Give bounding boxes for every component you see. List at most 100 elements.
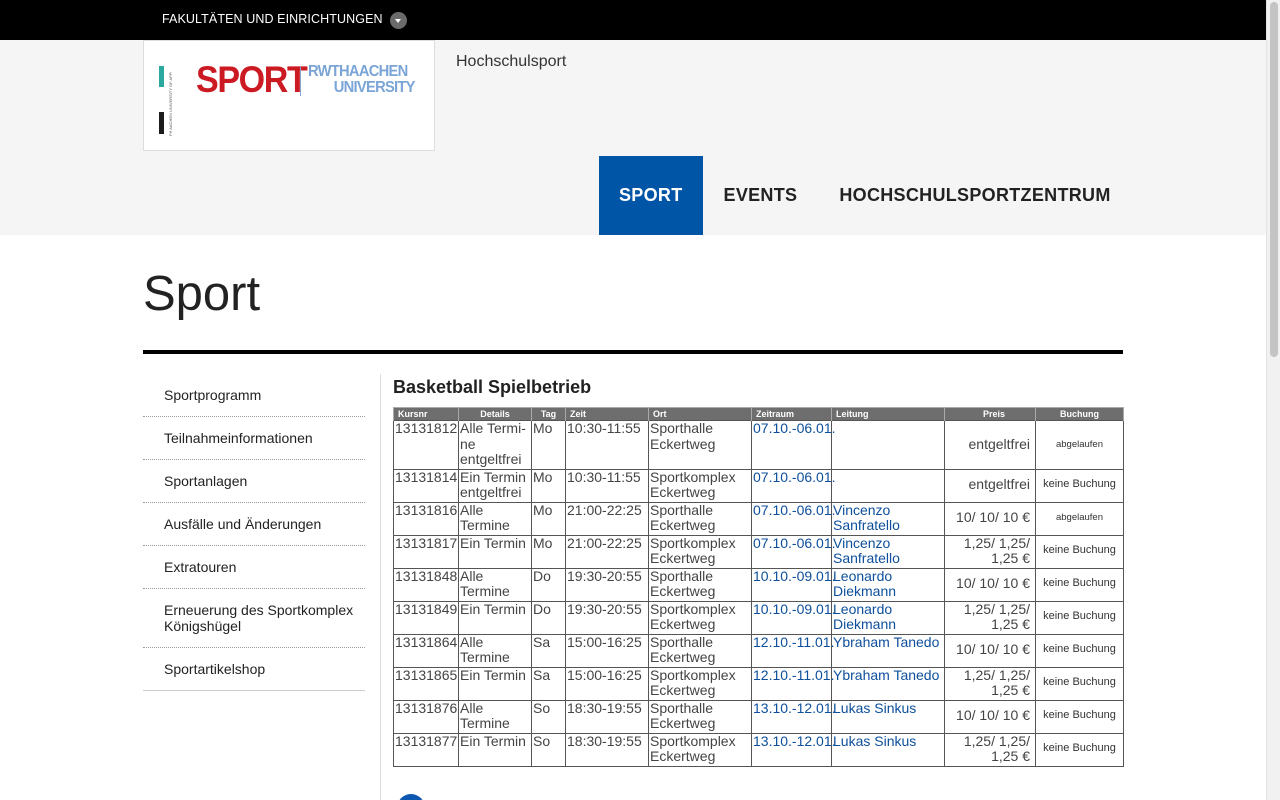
booking-cell[interactable]: abgelaufen xyxy=(1035,420,1124,470)
location-cell: Sportkomplex Eckertweg xyxy=(648,732,752,767)
time-cell: 19:30-20:55 xyxy=(565,567,649,602)
logo-fh-text: FH AACHEN UNIVERSITY OF APPLIED SCIENCES xyxy=(168,72,173,136)
day-cell: So xyxy=(531,732,566,767)
instructor-cell[interactable]: Leonardo Diekmann xyxy=(831,600,945,635)
sidebar-item-sportprogramm[interactable]: Sportprogramm xyxy=(143,374,365,417)
details-cell[interactable]: Alle Termine xyxy=(458,501,532,536)
price-cell: 1,25/ 1,25/ 1,25 € xyxy=(944,534,1036,569)
instructor-cell[interactable] xyxy=(831,468,945,503)
period-cell[interactable]: 10.10.-09.01. xyxy=(751,600,836,635)
site-logo[interactable]: FH AACHEN UNIVERSITY OF APPLIED SCIENCES… xyxy=(143,40,435,151)
location-cell: Sporthalle Eckertweg xyxy=(648,699,752,734)
logo-rwth-line1: RWTHAACHEN xyxy=(308,63,408,80)
details-cell[interactable]: Alle Termine xyxy=(458,567,532,602)
column-header: Zeitraum xyxy=(751,407,832,421)
period-cell[interactable]: 13.10.-12.01. xyxy=(751,732,836,767)
sidebar-nav: Sportprogramm Teilnahmeinformationen Spo… xyxy=(143,374,365,691)
sidebar-item-sportanlagen[interactable]: Sportanlagen xyxy=(143,460,365,503)
faculties-menu-label[interactable]: FAKULTÄTEN UND EINRICHTUNGEN xyxy=(162,12,383,26)
location-cell: Sportkomplex Eckertweg xyxy=(648,534,752,569)
details-cell[interactable]: Ein Termin xyxy=(458,732,532,767)
top-bar: FAKULTÄTEN UND EINRICHTUNGEN xyxy=(0,0,1266,40)
time-cell: 19:30-20:55 xyxy=(565,600,649,635)
details-cell[interactable]: Ein Termin xyxy=(458,666,532,701)
booking-cell[interactable]: abgelaufen xyxy=(1035,501,1124,536)
sidebar-item-ausfaelle[interactable]: Ausfälle und Änderungen xyxy=(143,503,365,546)
details-cell[interactable]: Ein Termin xyxy=(458,600,532,635)
scrollbar-thumb[interactable] xyxy=(1270,2,1278,357)
location-cell: Sportkomplex Eckertweg xyxy=(648,468,752,503)
time-cell: 18:30-19:55 xyxy=(565,699,649,734)
time-cell: 15:00-16:25 xyxy=(565,633,649,668)
instructor-cell[interactable]: Vincenzo Sanfratello xyxy=(831,501,945,536)
column-header: Kursnr xyxy=(393,407,459,421)
instructor-cell[interactable]: Vincenzo Sanfratello xyxy=(831,534,945,569)
course-number-cell: 13131816 xyxy=(393,501,459,536)
instructor-cell[interactable]: Lukas Sinkus xyxy=(831,699,945,734)
column-header: Preis xyxy=(944,407,1036,421)
instructor-cell[interactable]: Lukas Sinkus xyxy=(831,732,945,767)
details-cell[interactable]: Ein Termin entgeltfrei xyxy=(458,468,532,503)
time-cell: 10:30-11:55 xyxy=(565,420,649,470)
booking-cell[interactable]: keine Buchung xyxy=(1035,534,1124,569)
site-name[interactable]: Hochschulsport xyxy=(456,53,566,71)
period-cell[interactable]: 10.10.-09.01. xyxy=(751,567,836,602)
booking-cell[interactable]: keine Buchung xyxy=(1035,699,1124,734)
instructor-cell[interactable]: Leonardo Diekmann xyxy=(831,567,945,602)
details-cell[interactable]: Alle Termine xyxy=(458,633,532,668)
location-cell: Sporthalle Eckertweg xyxy=(648,633,752,668)
main-navigation: SPORT EVENTS HOCHSCHULSPORTZENTRUM xyxy=(599,156,1132,235)
location-cell: Sporthalle Eckertweg xyxy=(648,567,752,602)
sidebar-item-teilnahmeinformationen[interactable]: Teilnahmeinformationen xyxy=(143,417,365,460)
location-cell: Sportkomplex Eckertweg xyxy=(648,666,752,701)
booking-cell[interactable]: keine Buchung xyxy=(1035,732,1124,767)
booking-cell[interactable]: keine Buchung xyxy=(1035,666,1124,701)
details-cell[interactable]: Alle Termi-ne entgeltfrei xyxy=(458,420,532,470)
day-cell: Mo xyxy=(531,534,566,569)
instructor-cell[interactable]: Ybraham Tanedo xyxy=(831,666,945,701)
nav-item-events[interactable]: EVENTS xyxy=(703,156,819,235)
details-cell[interactable]: Alle Termine xyxy=(458,699,532,734)
period-cell[interactable]: 07.10.-06.01. xyxy=(751,501,836,536)
logo-accent-bar xyxy=(159,66,164,87)
nav-item-hochschulsportzentrum[interactable]: HOCHSCHULSPORTZENTRUM xyxy=(818,156,1131,235)
period-cell[interactable]: 07.10.-06.01. xyxy=(751,420,836,470)
course-number-cell: 13131848 xyxy=(393,567,459,602)
period-cell[interactable]: 13.10.-12.01. xyxy=(751,699,836,734)
booking-cell[interactable]: keine Buchung xyxy=(1035,468,1124,503)
page-scrollbar[interactable] xyxy=(1266,0,1280,800)
booking-cell[interactable]: keine Buchung xyxy=(1035,600,1124,635)
sidebar-item-extratouren[interactable]: Extratouren xyxy=(143,546,365,589)
nav-item-sport[interactable]: SPORT xyxy=(599,156,703,235)
table-header-row: Kursnr Details Tag Zeit Ort Zeitraum Lei… xyxy=(393,407,1124,421)
course-table: Kursnr Details Tag Zeit Ort Zeitraum Lei… xyxy=(393,407,1124,767)
title-divider xyxy=(143,350,1123,354)
table-row: 13131817 Ein Termin Mo 21:00-22:25 Sportkomp… xyxy=(393,534,1124,569)
day-cell: Sa xyxy=(531,633,566,668)
price-cell: 1,25/ 1,25/ 1,25 € xyxy=(944,666,1036,701)
period-cell[interactable]: 07.10.-06.01. xyxy=(751,468,836,503)
day-cell: Mo xyxy=(531,501,566,536)
table-row: 13131814 Ein Termin entgeltfrei Mo 10:30-11… xyxy=(393,468,1124,503)
course-number-cell: 13131865 xyxy=(393,666,459,701)
instructor-cell[interactable] xyxy=(831,420,945,470)
instructor-cell[interactable]: Ybraham Tanedo xyxy=(831,633,945,668)
details-cell[interactable]: Ein Termin xyxy=(458,534,532,569)
table-row: 13131877 Ein Termin So 18:30-19:55 Sportkomp… xyxy=(393,732,1124,767)
chevron-down-icon[interactable] xyxy=(390,12,407,29)
course-number-cell: 13131817 xyxy=(393,534,459,569)
booking-cell[interactable]: keine Buchung xyxy=(1035,633,1124,668)
time-cell: 10:30-11:55 xyxy=(565,468,649,503)
sidebar-item-erneuerung[interactable]: Erneuerung des Sportkomplex Königshügel xyxy=(143,589,365,648)
period-cell[interactable]: 12.10.-11.01. xyxy=(751,633,834,668)
facebook-icon[interactable] xyxy=(397,794,425,800)
price-cell: entgeltfrei xyxy=(944,420,1036,470)
period-cell[interactable]: 12.10.-11.01. xyxy=(751,666,834,701)
day-cell: Do xyxy=(531,600,566,635)
period-cell[interactable]: 07.10.-06.01. xyxy=(751,534,836,569)
day-cell: So xyxy=(531,699,566,734)
booking-cell[interactable]: keine Buchung xyxy=(1035,567,1124,602)
column-header: Leitung xyxy=(831,407,945,421)
sidebar-item-sportartikelshop[interactable]: Sportartikelshop xyxy=(143,648,365,691)
table-row: 13131812 Alle Termi-ne entgeltfrei Mo 10:30… xyxy=(393,420,1124,470)
